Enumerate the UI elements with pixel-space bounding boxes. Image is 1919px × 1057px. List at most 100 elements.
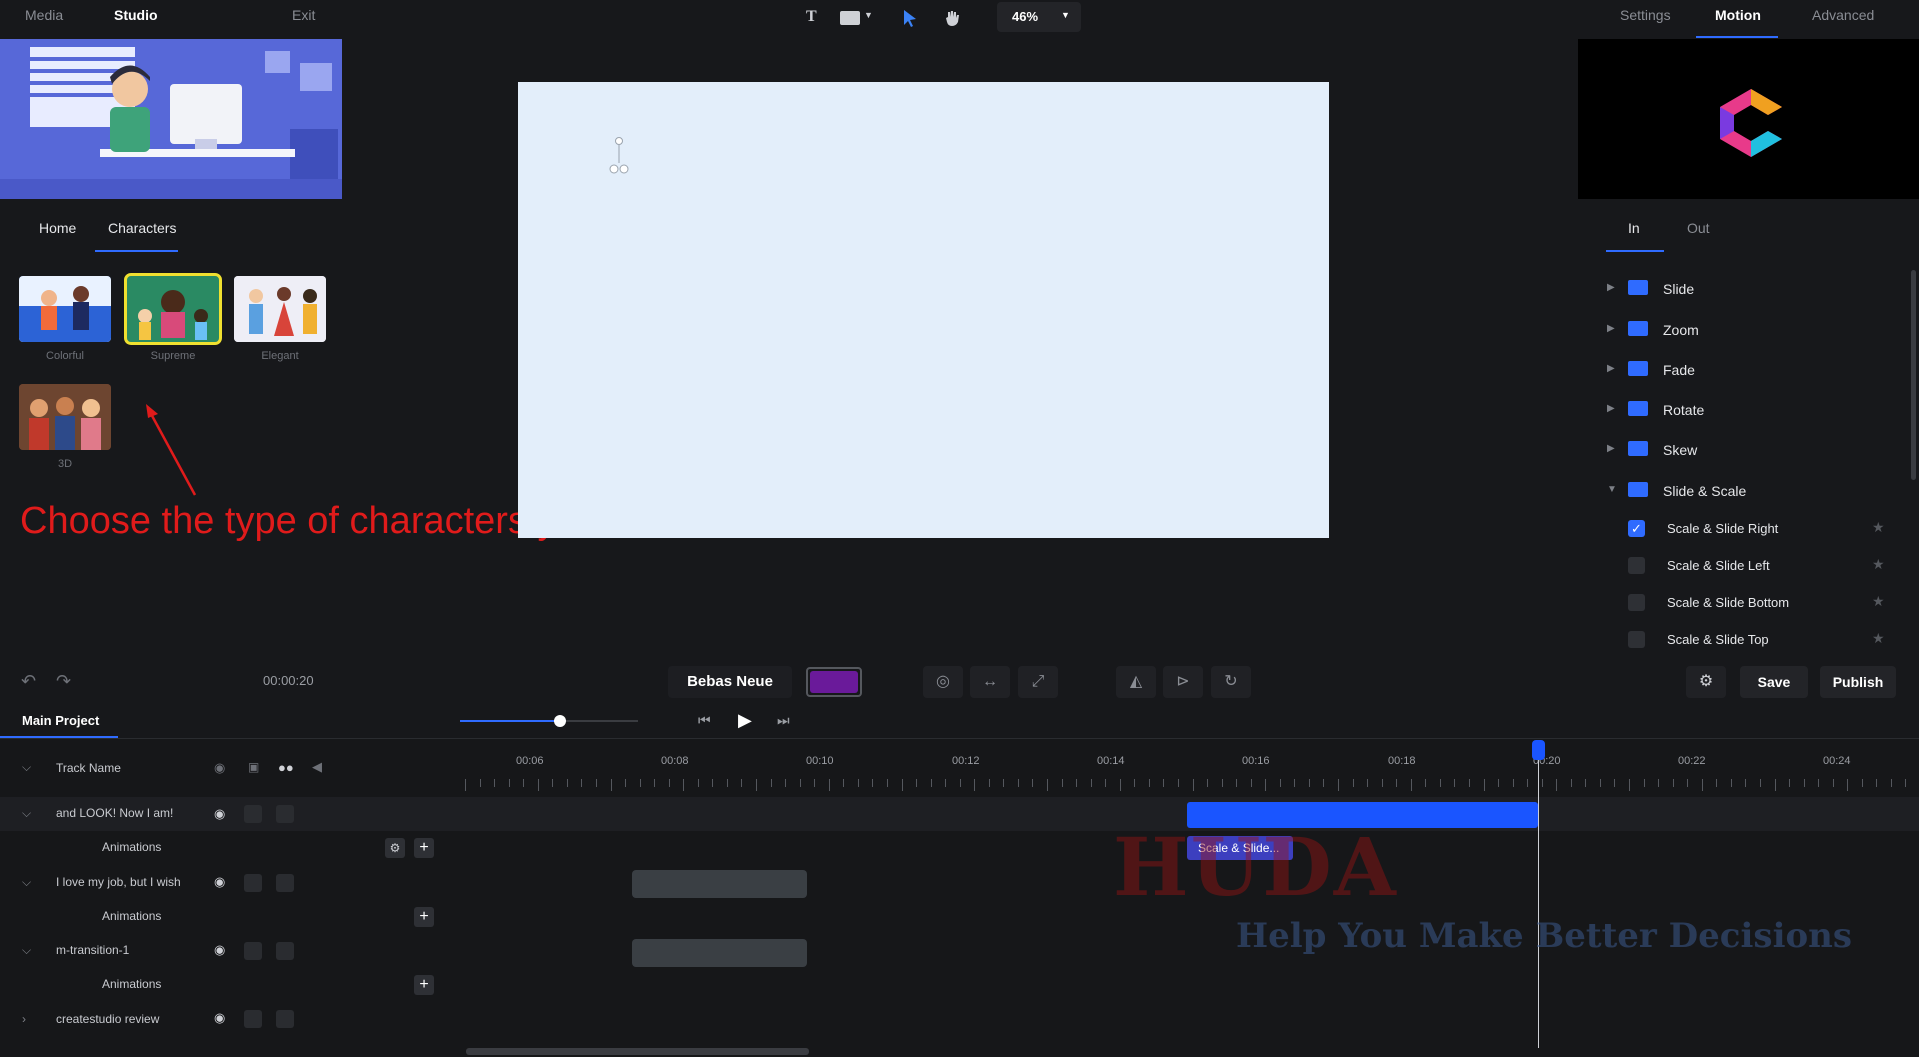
ruler-tick — [1163, 779, 1165, 787]
eye-icon[interactable]: ◉ — [214, 760, 225, 776]
solo-toggle[interactable] — [276, 874, 294, 892]
chevron-right-icon: ▶ — [1607, 282, 1615, 293]
skip-back-icon[interactable]: ⏮ — [698, 712, 711, 729]
tab-media[interactable]: Media — [25, 7, 63, 23]
chevron-down-icon[interactable]: ▼ — [864, 10, 873, 20]
eye-icon[interactable]: ◉ — [214, 942, 225, 958]
save-button[interactable]: Save — [1740, 666, 1808, 698]
playhead-handle[interactable] — [1532, 740, 1545, 760]
anchor-icon[interactable]: ◎ — [923, 666, 963, 698]
subtab-home[interactable]: Home — [39, 220, 76, 236]
rotation-handle-icon[interactable] — [605, 137, 635, 177]
folder-slide-and-scale[interactable]: ▼ Slide & Scale — [1598, 478, 1898, 508]
font-select[interactable]: Bebas Neue — [668, 666, 792, 698]
track-name[interactable]: m-transition-1 — [56, 943, 129, 957]
lock-toggle[interactable] — [244, 805, 262, 823]
gear-icon[interactable]: ⚙ — [385, 838, 405, 858]
tab-motion[interactable]: Motion — [1715, 7, 1761, 23]
chevron-down-icon[interactable]: ⌵ — [22, 806, 31, 821]
flip-horizontal-icon[interactable]: ↔ — [970, 666, 1010, 698]
character-style-supreme[interactable] — [124, 273, 222, 345]
timeline-ruler[interactable] — [465, 775, 1919, 791]
scrollbar[interactable] — [1911, 270, 1916, 480]
add-animation-button[interactable]: + — [414, 907, 434, 927]
solo-toggle[interactable] — [276, 1010, 294, 1028]
tab-in[interactable]: In — [1628, 220, 1640, 236]
main-project-tab[interactable]: Main Project — [22, 713, 99, 728]
undo-icon[interactable]: ↶ — [21, 671, 36, 692]
star-icon[interactable]: ★ — [1872, 593, 1885, 610]
chevron-down-icon[interactable]: ⌵ — [22, 875, 31, 890]
checkbox-checked-icon[interactable]: ✓ — [1628, 520, 1645, 537]
stage-canvas[interactable] — [518, 82, 1329, 538]
add-animation-button[interactable]: + — [414, 975, 434, 995]
folder-slide[interactable]: ▶ Slide — [1598, 276, 1898, 306]
ruler-tick — [595, 779, 597, 787]
eye-icon[interactable]: ◉ — [214, 806, 225, 822]
shape-tool-icon[interactable] — [840, 11, 860, 25]
ruler-tick — [901, 779, 903, 791]
eye-icon[interactable]: ◉ — [214, 1010, 225, 1026]
settings-gear-icon[interactable]: ⚙ — [1686, 666, 1726, 698]
pointer-tool-icon[interactable] — [902, 9, 918, 27]
hand-tool-icon[interactable] — [944, 9, 960, 27]
volume-icon[interactable]: ◀ — [312, 759, 322, 775]
redo-icon[interactable]: ↷ — [56, 671, 71, 692]
checkbox[interactable] — [1628, 594, 1645, 611]
folder-skew[interactable]: ▶ Skew — [1598, 437, 1898, 467]
tab-settings[interactable]: Settings — [1620, 7, 1671, 23]
star-icon[interactable]: ★ — [1872, 556, 1885, 573]
align-icon[interactable]: ◭ — [1116, 666, 1156, 698]
timeline-clip[interactable] — [632, 870, 807, 898]
chevron-down-icon[interactable]: ⌵ — [22, 760, 31, 775]
character-style-elegant[interactable] — [234, 276, 326, 342]
skip-forward-icon[interactable]: ⏭ — [777, 712, 790, 729]
animation-scale-slide-bottom[interactable]: Scale & Slide Bottom ★ — [1620, 590, 1900, 620]
lock-icon[interactable]: ▣ — [248, 760, 259, 774]
solo-toggle[interactable] — [276, 805, 294, 823]
rotate-icon[interactable]: ↻ — [1211, 666, 1251, 698]
lock-toggle[interactable] — [244, 874, 262, 892]
eye-icon[interactable]: ◉ — [214, 874, 225, 890]
folder-rotate[interactable]: ▶ Rotate — [1598, 397, 1898, 427]
solo-toggle[interactable] — [276, 942, 294, 960]
add-animation-button[interactable]: + — [414, 838, 434, 858]
timeline-scrollbar[interactable] — [466, 1048, 809, 1055]
star-icon[interactable]: ★ — [1872, 630, 1885, 647]
timeline-clip[interactable] — [632, 939, 807, 967]
subtab-characters[interactable]: Characters — [108, 220, 176, 236]
play-icon[interactable]: ▶ — [738, 710, 752, 731]
animation-scale-slide-top[interactable]: Scale & Slide Top ★ — [1620, 627, 1900, 657]
checkbox[interactable] — [1628, 557, 1645, 574]
playback-slider-handle[interactable] — [553, 715, 566, 727]
binoculars-icon[interactable]: ●● — [278, 760, 294, 775]
track-name[interactable]: I love my job, but I wish — [56, 875, 181, 889]
color-swatch-button[interactable] — [806, 667, 862, 697]
zoom-select[interactable]: 46% ▼ — [997, 2, 1081, 32]
folder-fade[interactable]: ▶ Fade — [1598, 357, 1898, 387]
animation-scale-slide-right[interactable]: ✓ Scale & Slide Right ★ — [1620, 516, 1900, 546]
publish-button[interactable]: Publish — [1820, 666, 1896, 698]
tab-advanced[interactable]: Advanced — [1812, 7, 1874, 23]
character-style-3d[interactable] — [19, 384, 111, 450]
star-icon[interactable]: ★ — [1872, 519, 1885, 536]
ruler-tick — [1076, 779, 1078, 787]
tab-out[interactable]: Out — [1687, 220, 1710, 236]
chevron-right-icon[interactable]: › — [22, 1012, 26, 1026]
track-name[interactable]: and LOOK! Now I am! — [56, 806, 173, 820]
character-style-colorful[interactable] — [19, 276, 111, 342]
folder-zoom[interactable]: ▶ Zoom — [1598, 317, 1898, 347]
resize-icon[interactable]: ⤢ — [1018, 666, 1058, 698]
lock-toggle[interactable] — [244, 942, 262, 960]
tab-studio[interactable]: Studio — [114, 7, 158, 23]
exit-button[interactable]: Exit — [292, 7, 315, 23]
playback-slider[interactable] — [460, 715, 638, 727]
animation-scale-slide-left[interactable]: Scale & Slide Left ★ — [1620, 553, 1900, 583]
text-tool-icon[interactable]: T — [806, 8, 817, 26]
distribute-icon[interactable]: ⊳ — [1163, 666, 1203, 698]
lock-toggle[interactable] — [244, 1010, 262, 1028]
ruler-tick — [1279, 779, 1281, 787]
track-name[interactable]: createstudio review — [56, 1012, 159, 1026]
chevron-down-icon[interactable]: ⌵ — [22, 943, 31, 958]
checkbox[interactable] — [1628, 631, 1645, 648]
